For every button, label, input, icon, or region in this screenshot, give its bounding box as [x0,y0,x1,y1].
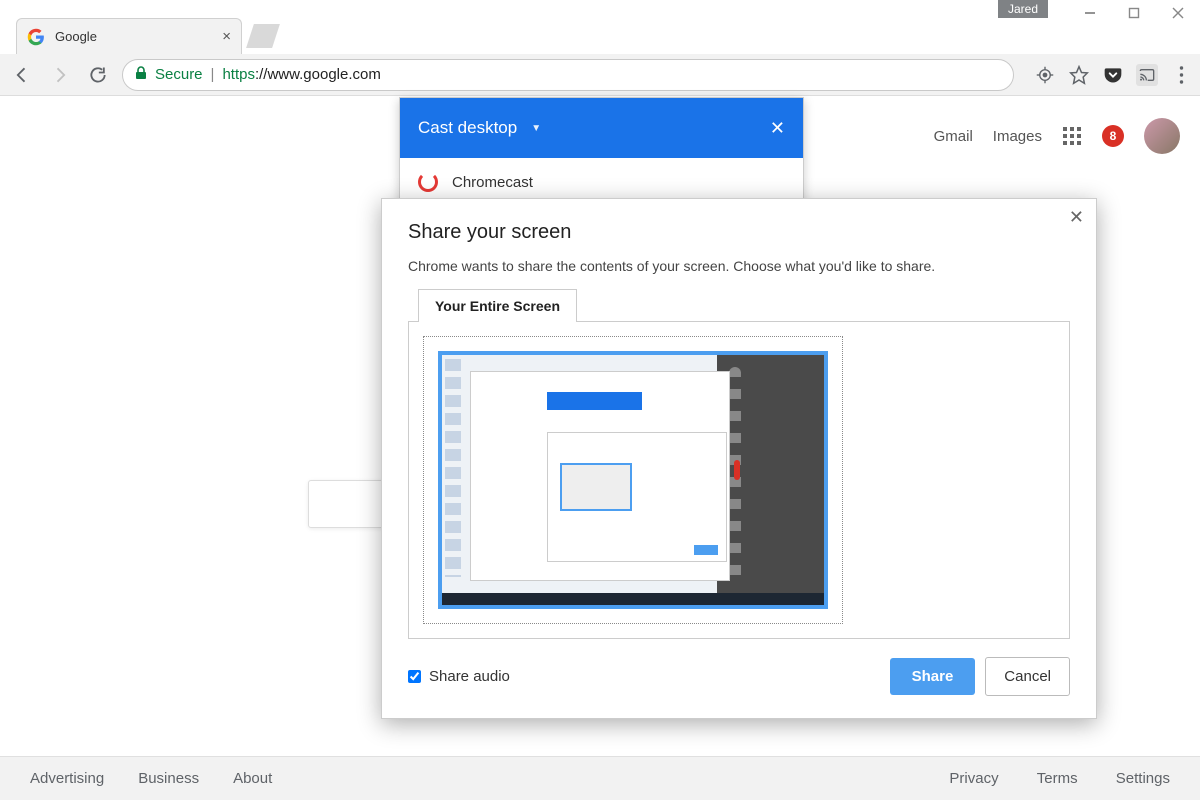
screen-tab-label[interactable]: Your Entire Screen [418,289,577,322]
share-button[interactable]: Share [890,658,976,695]
screen-thumbnail[interactable] [438,351,828,609]
cast-popup-header: Cast desktop ▼ ✕ [400,98,803,158]
browser-tab[interactable]: Google × [16,18,242,54]
share-screen-dialog: ✕ Share your screen Chrome wants to shar… [381,198,1097,719]
address-bar[interactable]: Secure | https://www.google.com [122,59,1014,91]
share-audio-input[interactable] [408,670,421,683]
cast-popup: Cast desktop ▼ ✕ Chromecast [399,97,804,207]
google-header: Gmail Images 8 [934,118,1180,154]
tab-title: Google [55,29,97,44]
google-footer: Advertising Business About Privacy Terms… [0,756,1200,800]
footer-advertising[interactable]: Advertising [30,770,104,787]
dialog-actions: Share audio Share Cancel [408,657,1070,696]
footer-business[interactable]: Business [138,770,199,787]
screen-options-panel [408,321,1070,639]
pocket-icon[interactable] [1102,64,1124,86]
images-link[interactable]: Images [993,128,1042,145]
url-text: ://www.google.com [255,66,381,83]
cast-icon[interactable] [1136,64,1158,86]
notification-badge[interactable]: 8 [1102,125,1124,147]
lock-icon [135,66,147,83]
tab-strip: Google × [8,18,1192,54]
footer-privacy[interactable]: Privacy [949,770,998,787]
forward-button[interactable] [46,61,74,89]
cast-popup-title: Cast desktop [418,118,517,138]
footer-terms[interactable]: Terms [1037,770,1078,787]
dialog-description: Chrome wants to share the contents of yo… [408,258,1070,274]
share-audio-label: Share audio [429,668,510,685]
new-tab-button[interactable] [246,24,280,48]
tab-close-icon[interactable]: × [222,28,231,45]
google-apps-icon[interactable] [1062,126,1082,146]
share-audio-checkbox[interactable]: Share audio [408,668,510,685]
footer-settings[interactable]: Settings [1116,770,1170,787]
gmail-link[interactable]: Gmail [934,128,973,145]
chrome-menu-icon[interactable] [1170,64,1192,86]
cast-device-name: Chromecast [452,174,533,191]
secure-label: Secure [155,66,203,83]
footer-about[interactable]: About [233,770,272,787]
toolbar-actions [1034,64,1192,86]
cast-popup-close-icon[interactable]: ✕ [770,118,785,139]
loading-spinner-icon [418,172,438,192]
screen-thumbnail-wrapper [423,336,843,624]
dialog-close-icon[interactable]: ✕ [1069,207,1084,228]
cancel-button[interactable]: Cancel [985,657,1070,696]
chevron-down-icon[interactable]: ▼ [531,123,541,134]
profile-avatar[interactable] [1144,118,1180,154]
back-button[interactable] [8,61,36,89]
google-favicon [27,28,45,46]
user-tag-badge: Jared [998,0,1048,18]
dialog-title: Share your screen [408,221,1070,244]
bookmark-star-icon[interactable] [1068,64,1090,86]
browser-toolbar: Secure | https://www.google.com [0,54,1200,96]
reload-button[interactable] [84,61,112,89]
url-protocol: https [222,66,255,83]
location-icon[interactable] [1034,64,1056,86]
